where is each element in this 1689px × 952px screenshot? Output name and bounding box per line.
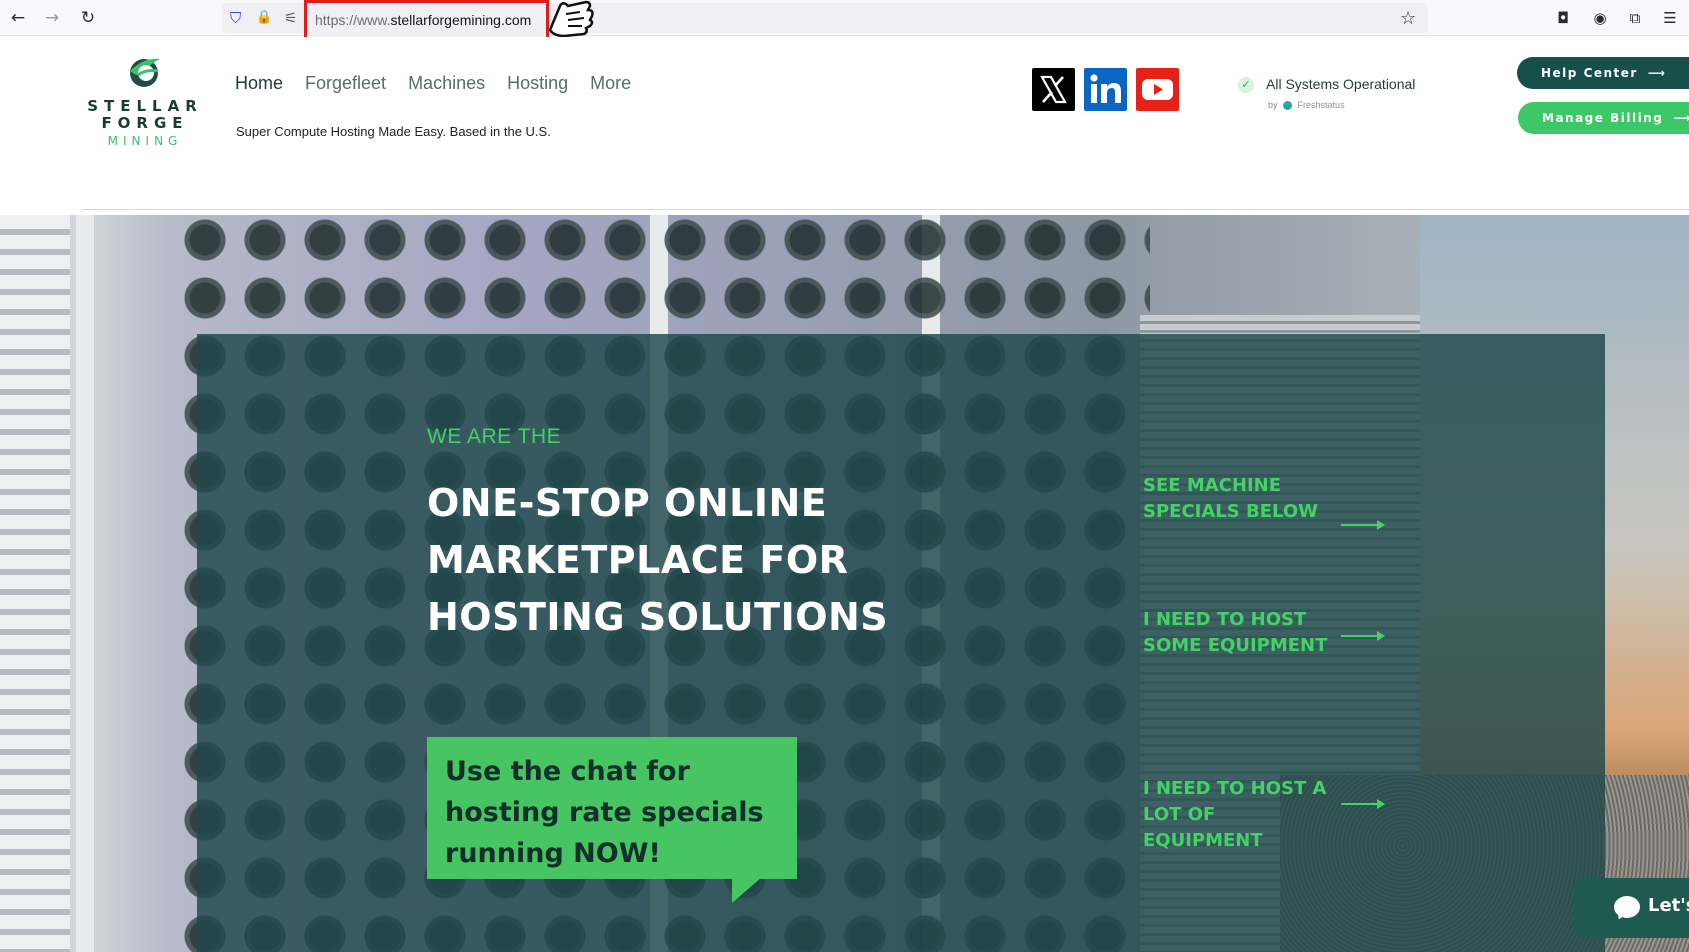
url-text[interactable]: https://www.stellarforgemining.com: [315, 12, 531, 28]
site-tagline: Super Compute Hosting Made Easy. Based i…: [236, 124, 551, 139]
arrow-right-icon: [1341, 520, 1385, 530]
nav-forgefleet[interactable]: Forgefleet: [305, 73, 386, 94]
browser-toolbar: ← → ↻ ⛉ 🔒 ⚟ ☆ https://www.stellarforgemi…: [0, 0, 1689, 40]
arrow-right-icon: [1341, 799, 1385, 809]
youtube-logo-icon: [1142, 79, 1173, 100]
x-logo-icon: [1040, 75, 1067, 104]
pocket-icon[interactable]: ◘: [1551, 6, 1575, 30]
arrow-right-icon: ⟶: [1647, 66, 1666, 80]
url-highlight-box[interactable]: https://www.stellarforgemining.com: [304, 0, 549, 40]
arrow-right-icon: [1341, 631, 1385, 641]
pointer-hand-cursor-icon: [548, 0, 594, 38]
status-provider: by Freshstatus: [1268, 100, 1345, 111]
site-header: STELLAR FORGE MINING Home Forgefleet Mac…: [0, 37, 1689, 210]
logo-text-mining: MINING: [107, 134, 183, 148]
status-check-icon: ✓: [1238, 77, 1254, 93]
permissions-icon[interactable]: ⚟: [284, 7, 297, 29]
live-chat-button[interactable]: Let's: [1574, 878, 1689, 938]
bookmark-star-icon[interactable]: ☆: [1400, 8, 1416, 29]
linkedin-social-link[interactable]: [1084, 68, 1127, 111]
account-icon[interactable]: ◉: [1588, 6, 1612, 30]
nav-hosting[interactable]: Hosting: [507, 73, 568, 94]
hero-headline: ONE-STOP ONLINE MARKETPLACE FOR HOSTING …: [427, 481, 889, 639]
x-social-link[interactable]: [1032, 68, 1075, 111]
hero-eyebrow: WE ARE THE: [427, 425, 562, 448]
chat-bubble-icon: [1614, 896, 1640, 918]
reload-icon[interactable]: ↻: [76, 6, 100, 30]
header-divider: [82, 209, 1689, 210]
hero-post: [76, 215, 94, 952]
stellar-forge-logo[interactable]: STELLAR FORGE MINING: [80, 51, 210, 148]
arrow-right-icon: ⟶: [1673, 111, 1689, 125]
forward-arrow-icon[interactable]: →: [40, 6, 64, 30]
nav-machines[interactable]: Machines: [408, 73, 485, 94]
menu-icon[interactable]: ☰: [1658, 6, 1682, 30]
tracking-shield-icon[interactable]: ⛉: [230, 7, 241, 29]
back-arrow-icon[interactable]: ←: [6, 6, 30, 30]
callout-tail: [732, 877, 762, 903]
freshstatus-logo-icon: [1283, 101, 1293, 111]
help-center-button[interactable]: Help Center ⟶: [1517, 57, 1689, 89]
see-machine-specials-link[interactable]: SEE MACHINE SPECIALS BELOW: [1143, 473, 1423, 530]
main-nav: Home Forgefleet Machines Hosting More: [235, 73, 631, 94]
chat-label: Let's: [1648, 895, 1689, 916]
status-text: All Systems Operational: [1266, 76, 1416, 92]
lock-icon[interactable]: 🔒: [256, 7, 272, 29]
host-lot-of-equipment-link[interactable]: I NEED TO HOST A LOT OF EQUIPMENT: [1143, 776, 1423, 854]
nav-home[interactable]: Home: [235, 73, 283, 94]
logo-swoosh-icon: [130, 58, 160, 87]
chat-specials-callout[interactable]: Use the chat for hosting rate specials r…: [427, 737, 797, 903]
nav-more[interactable]: More: [590, 73, 631, 94]
linkedin-logo-icon: [1090, 74, 1121, 103]
extensions-icon[interactable]: ⧉: [1623, 6, 1647, 30]
host-some-equipment-link[interactable]: I NEED TO HOST SOME EQUIPMENT: [1143, 607, 1423, 659]
manage-billing-button[interactable]: Manage Billing ⟶: [1518, 102, 1689, 134]
hero-left-louvers: [0, 215, 70, 952]
youtube-social-link[interactable]: [1136, 68, 1179, 111]
logo-text-forge: FORGE: [101, 114, 189, 132]
logo-text-stellar: STELLAR: [87, 97, 203, 115]
